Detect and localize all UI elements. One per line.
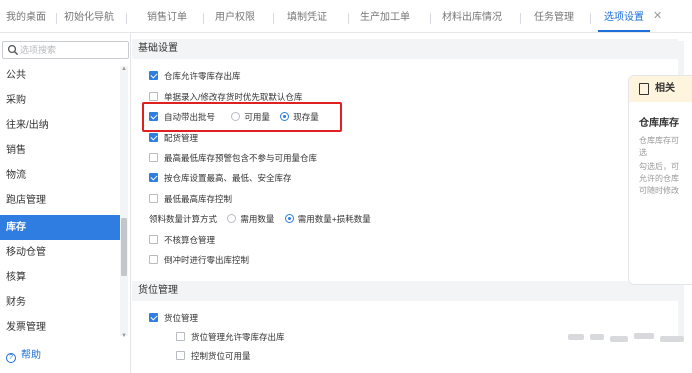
checkbox[interactable]: [149, 313, 158, 322]
sidebar-item-inventory[interactable]: 库存: [0, 215, 120, 240]
tab-divider: [273, 13, 274, 24]
tab-init-nav[interactable]: 初始化导航: [64, 0, 114, 33]
scroll-up-icon[interactable]: ▲: [121, 66, 127, 72]
checkbox[interactable]: [149, 71, 158, 80]
sidebar-item-common[interactable]: 公共: [0, 63, 120, 88]
tab-user-permission[interactable]: 用户权限: [215, 0, 255, 33]
checkbox[interactable]: [149, 255, 158, 264]
option-backflush-zero-outbound[interactable]: 倒冲时进行零出库控制: [149, 254, 249, 267]
sidebar-item-accounts[interactable]: 往来/出纳: [0, 113, 120, 138]
related-panel-text: 可随时修改: [639, 186, 679, 195]
blurred-watermark: [590, 334, 604, 340]
scroll-down-icon[interactable]: ▼: [121, 333, 127, 339]
highlight-annotation: [142, 102, 342, 132]
question-icon: ?: [6, 353, 16, 363]
radio-required-plus-loss[interactable]: [284, 214, 294, 223]
tab-divider: [348, 13, 349, 24]
option-location-management[interactable]: 货位管理: [149, 312, 198, 325]
checkbox[interactable]: [149, 194, 158, 203]
sidebar-scrollbar-track[interactable]: [120, 66, 128, 336]
tab-divider: [56, 13, 57, 24]
checkbox[interactable]: [149, 153, 158, 162]
sidebar-item-purchase[interactable]: 采购: [0, 88, 120, 113]
checkbox[interactable]: [149, 92, 158, 101]
section-header-basic: 基础设置: [132, 39, 678, 59]
sidebar-item-invoice[interactable]: 发票管理: [0, 315, 120, 340]
sidebar-scrollbar-thumb[interactable]: [121, 218, 127, 276]
blurred-watermark: [610, 336, 628, 342]
checkbox[interactable]: [149, 235, 158, 244]
sidebar-item-store-visit[interactable]: 跑店管理: [0, 188, 120, 213]
help-link[interactable]: ? 帮助: [6, 349, 41, 363]
sidebar-item-accounting[interactable]: 核算: [0, 265, 120, 290]
blurred-watermark: [568, 334, 584, 340]
help-label: 帮助: [21, 350, 41, 361]
related-panel-title: 仓库库存: [639, 118, 679, 129]
checkbox[interactable]: [149, 173, 158, 182]
blurred-watermark: [634, 333, 654, 339]
tab-sales-order[interactable]: 销售订单: [147, 0, 187, 33]
related-panel-header[interactable]: 相关: [629, 76, 692, 102]
search-box: [2, 41, 129, 59]
related-panel-text: 选: [639, 148, 647, 157]
section-header-location: 货位管理: [132, 281, 678, 301]
search-icon: [7, 44, 19, 56]
tab-production-order[interactable]: 生产加工单: [360, 0, 410, 33]
option-location-zero-outbound[interactable]: 货位管理允许零库存出库: [176, 331, 285, 344]
tab-option-settings[interactable]: 选项设置: [604, 0, 644, 33]
tab-material-outbound[interactable]: 材料出库情况: [442, 0, 502, 33]
option-no-accounting-warehouse[interactable]: 不核算仓管理: [149, 234, 215, 247]
tab-divider: [203, 13, 204, 24]
option-material-qty-method: 领料数量计算方式 需用数量 需用数量+损耗数量: [149, 214, 371, 224]
option-warehouse-stock-levels[interactable]: 按仓库设置最高、最低、安全库存: [149, 172, 292, 185]
related-panel-text: 仓库库存可: [639, 136, 679, 145]
tab-bar: 我的桌面 初始化导航 销售订单 用户权限 填制凭证 生产加工单 材料出库情况 任…: [0, 0, 692, 33]
related-panel-text: 勾选后，可: [639, 162, 679, 171]
settings-content: 基础设置 仓库允许零库存出库 单据录入/修改存货时优先取默认仓库 自动带出批号 …: [132, 33, 692, 373]
tab-task-management[interactable]: 任务管理: [534, 0, 574, 33]
checkbox[interactable]: [176, 332, 185, 341]
sidebar-item-mobile-warehouse[interactable]: 移动仓管: [0, 240, 120, 265]
option-distribution-management[interactable]: 配货管理: [149, 132, 198, 145]
radio-required-qty[interactable]: [227, 214, 237, 223]
tab-fill-voucher[interactable]: 填制凭证: [287, 0, 327, 33]
sidebar: 公共 采购 往来/出纳 销售 物流 跑店管理 库存 移动仓管 核算 财务 发票管…: [0, 33, 131, 373]
search-input[interactable]: [20, 42, 126, 58]
blurred-watermark: [660, 336, 684, 342]
related-panel-text: 允许的仓库: [639, 174, 679, 183]
tab-divider: [590, 13, 591, 24]
tab-divider: [520, 13, 521, 24]
document-icon: [639, 83, 649, 95]
option-min-max-stock-control[interactable]: 最低最高库存控制: [149, 193, 232, 206]
sidebar-item-finance[interactable]: 财务: [0, 290, 120, 315]
close-icon[interactable]: ✕: [653, 11, 663, 22]
tab-divider: [430, 13, 431, 24]
sidebar-item-logistics[interactable]: 物流: [0, 163, 120, 188]
related-panel: 相关 仓库库存 仓库库存可 选 勾选后，可 允许的仓库 可随时修改: [628, 75, 692, 285]
sidebar-item-sales[interactable]: 销售: [0, 138, 120, 163]
checkbox[interactable]: [149, 133, 158, 142]
tab-divider: [126, 13, 127, 24]
option-zero-stock-outbound[interactable]: 仓库允许零库存出库: [149, 70, 241, 83]
active-tab-indicator: [598, 30, 650, 32]
tab-my-desktop[interactable]: 我的桌面: [6, 0, 46, 33]
checkbox[interactable]: [176, 351, 185, 360]
option-stock-warning[interactable]: 最高最低库存预警包含不参与可用量仓库: [149, 152, 317, 165]
option-control-location-qty[interactable]: 控制货位可用量: [176, 350, 251, 363]
